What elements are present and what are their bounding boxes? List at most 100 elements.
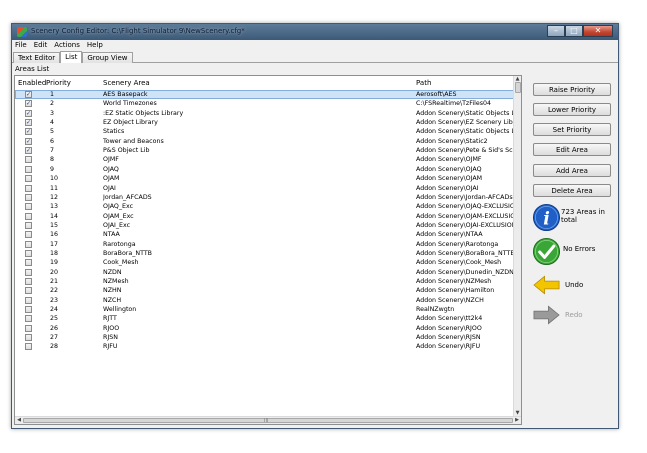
menu-help[interactable]: Help [84,40,107,51]
enabled-checkbox[interactable] [25,324,32,332]
table-row[interactable]: 15 OJAI_Exc Addon Scenery\OJAI-EXCLUSION [15,221,515,230]
path-cell: Addon Scenery\OJAM-EXCLUSIOI [416,212,514,220]
area-name-cell: OJAM_Exc [103,212,134,220]
redo-arrow-icon[interactable] [532,304,561,326]
table-row[interactable]: 16 NTAA Addon Scenery\NTAA [15,230,515,239]
enabled-checkbox[interactable] [25,240,32,248]
priority-cell: 2 [50,100,55,108]
path-cell: C:\FSRealtime\TzFiles04 [416,100,492,108]
raise-priority-button[interactable]: Raise Priority [533,83,611,96]
table-row[interactable]: ✓ 3:EZ Static Objects Library Addon Scener… [15,109,515,118]
table-row[interactable]: 27 RJSN Addon Scenery\RJSN [15,333,515,342]
enabled-checkbox[interactable] [25,175,32,183]
scroll-right-icon[interactable]: ▶ [513,417,521,424]
priority-cell: 8 [50,156,55,164]
table-row[interactable]: 21 NZMesh Addon Scenery\NZMesh [15,277,515,286]
menu-edit[interactable]: Edit [31,40,52,51]
undo-arrow-icon[interactable] [532,274,561,296]
table-row[interactable]: 18 BoraBora_NTTB Addon Scenery\BoraBora_NT… [15,249,515,258]
enabled-checkbox[interactable] [25,296,32,304]
table-row[interactable]: 17 Rarotonga Addon Scenery\Rarotonga [15,240,515,249]
table-row[interactable]: ✓ 1 AES Basepack Aerosoft\AES [15,90,515,100]
area-name-cell: NZDN [103,268,122,276]
add-area-button[interactable]: Add Area [533,164,611,177]
title-bar[interactable]: Scenery Config Editor: C:\Flight Simulat… [12,24,618,40]
table-row[interactable]: 14 OJAM_Exc Addon Scenery\OJAM-EXCLUSIOI [15,212,515,221]
scroll-left-icon[interactable]: ◀ [15,417,23,424]
enabled-checkbox[interactable]: ✓ [25,137,32,145]
table-row[interactable]: 8 OJMF Addon Scenery\OJMF [15,155,515,164]
enabled-checkbox[interactable] [25,184,32,192]
priority-cell: 26 [50,324,59,332]
table-row[interactable]: 28 RJFU Addon Scenery\RJFU [15,342,515,351]
enabled-checkbox[interactable]: ✓ [25,119,32,127]
table-row[interactable]: 23 NZCH Addon Scenery\NZCH [15,296,515,305]
table-row[interactable]: ✓ 2 World Timezones C:\FSRealtime\TzFiles04 [15,99,515,108]
enabled-checkbox[interactable]: ✓ [25,128,32,136]
table-row[interactable]: 12 Jordan_AFCADS Addon Scenery\Jordan-AFCA… [15,193,515,202]
edit-area-button[interactable]: Edit Area [533,143,611,156]
horizontal-scroll-thumb[interactable]: III [23,418,513,424]
menu-file[interactable]: File [12,40,31,51]
enabled-checkbox[interactable]: ✓ [25,109,32,117]
table-row[interactable]: 10 OJAM Addon Scenery\OJAM [15,174,515,183]
table-row[interactable]: ✓ 6 Tower and Beacons Addon Scenery\Static2 [15,137,515,146]
enabled-checkbox[interactable] [25,259,32,267]
enabled-checkbox[interactable] [25,306,32,314]
table-row[interactable]: 9 OJAQ Addon Scenery\OJAQ [15,165,515,174]
enabled-checkbox[interactable] [25,268,32,276]
path-cell: Addon Scenery\Static Objects Libr [416,109,514,117]
enabled-checkbox[interactable] [25,343,32,351]
desktop-right-strip [622,0,647,453]
enabled-checkbox[interactable]: ✓ [25,147,32,155]
enabled-checkbox[interactable]: ✓ [25,91,32,98]
enabled-checkbox[interactable] [25,287,32,295]
undo-label: Undo [565,281,584,289]
table-row[interactable]: 19 Cook_Mesh Addon Scenery\Cook_Mesh [15,258,515,267]
vertical-scrollbar[interactable]: ▲ ▼ [513,76,521,417]
column-header-path[interactable]: Path [416,79,431,87]
table-row[interactable]: ✓ 5 Statics Addon Scenery\Static Objects Li… [15,127,515,136]
lower-priority-button[interactable]: Lower Priority [533,103,611,116]
table-row[interactable]: 13 OJAQ_Exc Addon Scenery\OJAQ-EXCLUSION [15,202,515,211]
maximize-button[interactable]: □ [565,25,583,37]
column-header-enabled[interactable]: Enabled [18,79,46,87]
path-cell: Addon Scenery\NTAA [416,231,483,239]
enabled-checkbox[interactable] [25,249,32,257]
table-row[interactable]: ✓ 4 EZ Object Library Addon Scenery\EZ Scen… [15,118,515,127]
close-button[interactable]: ✕ [583,25,613,37]
tab-list[interactable]: List [60,51,83,63]
table-row[interactable]: 24 Wellington RealNZwgtn [15,305,515,314]
enabled-checkbox[interactable]: ✓ [25,100,32,108]
table-row[interactable]: 25 RJTT Addon Scenery\tt2k4 [15,314,515,323]
table-row[interactable]: 11 OJAI Addon Scenery\OJAI [15,184,515,193]
areas-list[interactable]: Enabled Priority Scenery Area Path ✓ 1 AES… [14,75,522,425]
app-window: Scenery Config Editor: C:\Flight Simulat… [11,23,619,429]
enabled-checkbox[interactable] [25,193,32,201]
enabled-checkbox[interactable] [25,203,32,211]
horizontal-scrollbar[interactable]: ◀ III ▶ [15,416,521,424]
set-priority-button[interactable]: Set Priority [533,123,611,136]
enabled-checkbox[interactable] [25,278,32,285]
scroll-thumb[interactable] [515,82,521,93]
enabled-checkbox[interactable] [25,231,32,239]
table-row[interactable]: ✓ 7 P&S Object Lib Addon Scenery\Pete & Sid… [15,146,515,155]
priority-cell: 19 [50,259,59,267]
table-row[interactable]: 26 RJOO Addon Scenery\RJOO [15,324,515,333]
column-header-area[interactable]: Scenery Area [103,79,150,87]
table-row[interactable]: 20 NZDN Addon Scenery\Dunedin_NZDN [15,268,515,277]
enabled-checkbox[interactable] [25,165,32,173]
delete-area-button[interactable]: Delete Area [533,184,611,197]
tab-group-view[interactable]: Group View [82,52,133,63]
column-header-priority[interactable]: Priority [46,79,71,87]
menu-actions[interactable]: Actions [51,40,84,51]
enabled-checkbox[interactable] [25,212,32,220]
table-row[interactable]: 22 NZHN Addon Scenery\Hamilton [15,286,515,295]
tab-text-editor[interactable]: Text Editor [13,52,61,63]
maximize-icon: □ [570,26,578,35]
enabled-checkbox[interactable] [25,156,32,164]
enabled-checkbox[interactable] [25,315,32,323]
minimize-button[interactable]: – [547,25,565,37]
enabled-checkbox[interactable] [25,221,32,229]
enabled-checkbox[interactable] [25,334,32,342]
